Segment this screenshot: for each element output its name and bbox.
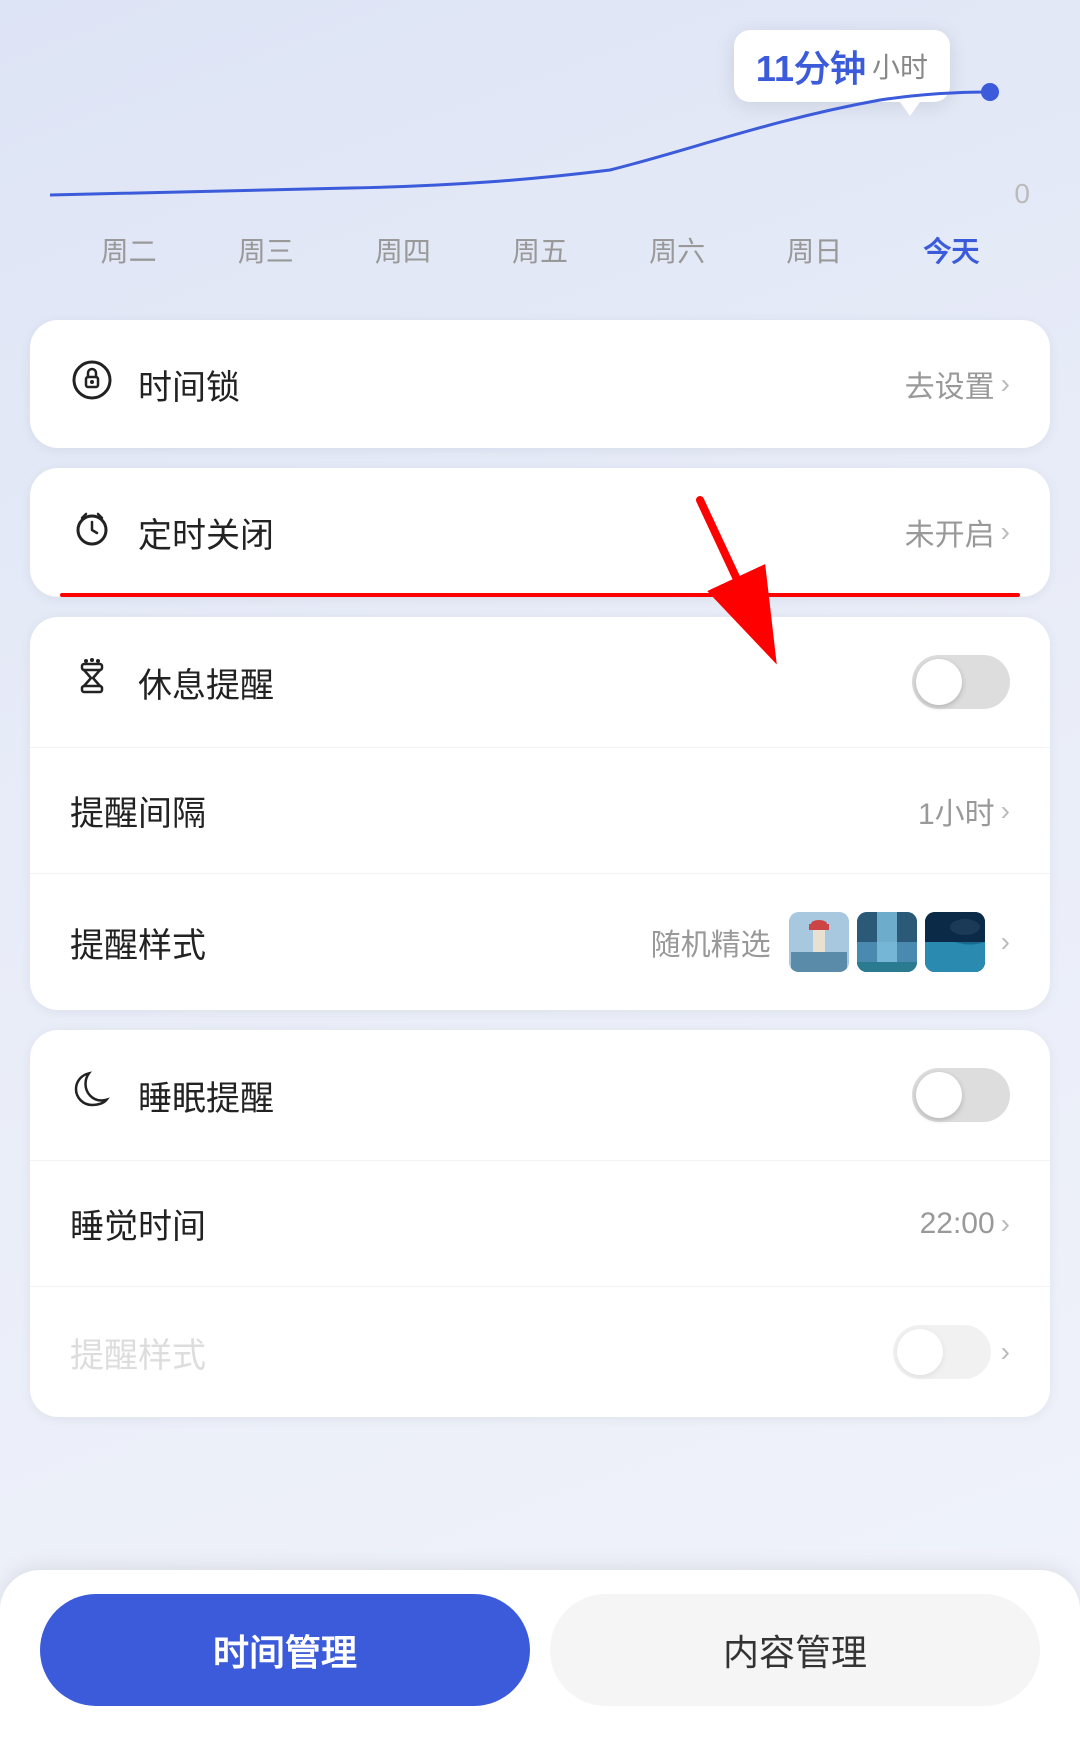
day-sat[interactable]: 周六 bbox=[649, 230, 705, 270]
partial-toggle bbox=[893, 1325, 991, 1379]
reminder-style-row[interactable]: 提醒样式 随机精选 bbox=[30, 874, 1050, 1010]
time-lock-value[interactable]: 去设置 › bbox=[905, 362, 1010, 406]
timed-off-value[interactable]: 未开启 › bbox=[905, 510, 1010, 554]
reminder-style-chevron: › bbox=[1001, 926, 1010, 958]
style-thumbnails bbox=[789, 912, 985, 972]
day-tue[interactable]: 周二 bbox=[101, 230, 157, 270]
partial-label: 提醒样式 bbox=[70, 1328, 893, 1377]
sleep-time-chevron: › bbox=[1001, 1208, 1010, 1240]
time-management-button[interactable]: 时间管理 bbox=[40, 1594, 530, 1706]
reminder-interval-label: 提醒间隔 bbox=[70, 786, 918, 835]
timed-off-label: 定时关闭 bbox=[138, 508, 905, 557]
top-section: 11分钟 小时 0 周二 周三 周四 周五 周六 周日 今天 bbox=[0, 0, 1080, 320]
time-lock-row[interactable]: 时间锁 去设置 › bbox=[30, 320, 1050, 448]
partial-chevron: › bbox=[1001, 1336, 1010, 1368]
day-wed[interactable]: 周三 bbox=[238, 230, 294, 270]
sleep-reminder-icon bbox=[70, 1069, 114, 1121]
chart-zero-label: 0 bbox=[1014, 178, 1030, 210]
reminder-style-value[interactable]: 随机精选 bbox=[651, 912, 1010, 972]
rest-reminder-card: 休息提醒 提醒间隔 1小时 › 提醒样式 随机精选 bbox=[30, 617, 1050, 1010]
time-lock-chevron: › bbox=[1001, 368, 1010, 400]
day-thu[interactable]: 周四 bbox=[375, 230, 431, 270]
red-underline-annotation bbox=[60, 593, 1020, 597]
day-fri[interactable]: 周五 bbox=[512, 230, 568, 270]
sleep-reminder-toggle[interactable] bbox=[912, 1068, 1010, 1122]
rest-reminder-label: 休息提醒 bbox=[138, 658, 912, 707]
time-lock-card: 时间锁 去设置 › bbox=[30, 320, 1050, 448]
style-thumb-1 bbox=[789, 912, 849, 972]
days-row: 周二 周三 周四 周五 周六 周日 今天 bbox=[50, 220, 1030, 300]
usage-chart: 0 bbox=[50, 80, 1030, 210]
timed-off-row[interactable]: 定时关闭 未开启 › bbox=[30, 468, 1050, 597]
day-today[interactable]: 今天 bbox=[923, 230, 979, 270]
time-lock-icon bbox=[70, 358, 114, 410]
chart-svg bbox=[50, 80, 1030, 210]
sleep-reminder-row[interactable]: 睡眠提醒 bbox=[30, 1030, 1050, 1161]
sleep-reminder-card: 睡眠提醒 睡觉时间 22:00 › 提醒样式 › bbox=[30, 1030, 1050, 1417]
timed-off-icon bbox=[70, 506, 114, 558]
reminder-interval-chevron: › bbox=[1001, 795, 1010, 827]
rest-reminder-toggle[interactable] bbox=[912, 655, 1010, 709]
sleep-partial-row: 提醒样式 › bbox=[30, 1287, 1050, 1417]
sleep-time-value[interactable]: 22:00 › bbox=[920, 1207, 1010, 1241]
reminder-interval-value[interactable]: 1小时 › bbox=[918, 789, 1010, 833]
rest-reminder-row[interactable]: 休息提醒 bbox=[30, 617, 1050, 748]
day-sun[interactable]: 周日 bbox=[786, 230, 842, 270]
style-thumb-2 bbox=[857, 912, 917, 972]
rest-reminder-icon bbox=[70, 656, 114, 708]
time-lock-label: 时间锁 bbox=[138, 360, 905, 409]
sleep-time-label: 睡觉时间 bbox=[70, 1199, 920, 1248]
content-management-button[interactable]: 内容管理 bbox=[550, 1594, 1040, 1706]
timed-off-chevron: › bbox=[1001, 516, 1010, 548]
sleep-time-row[interactable]: 睡觉时间 22:00 › bbox=[30, 1161, 1050, 1287]
sleep-reminder-label: 睡眠提醒 bbox=[138, 1071, 912, 1120]
reminder-style-label: 提醒样式 bbox=[70, 918, 651, 967]
reminder-interval-row[interactable]: 提醒间隔 1小时 › bbox=[30, 748, 1050, 874]
timed-off-card: 定时关闭 未开启 › bbox=[30, 468, 1050, 597]
bottom-nav: 时间管理 内容管理 bbox=[0, 1570, 1080, 1756]
style-thumb-3 bbox=[925, 912, 985, 972]
